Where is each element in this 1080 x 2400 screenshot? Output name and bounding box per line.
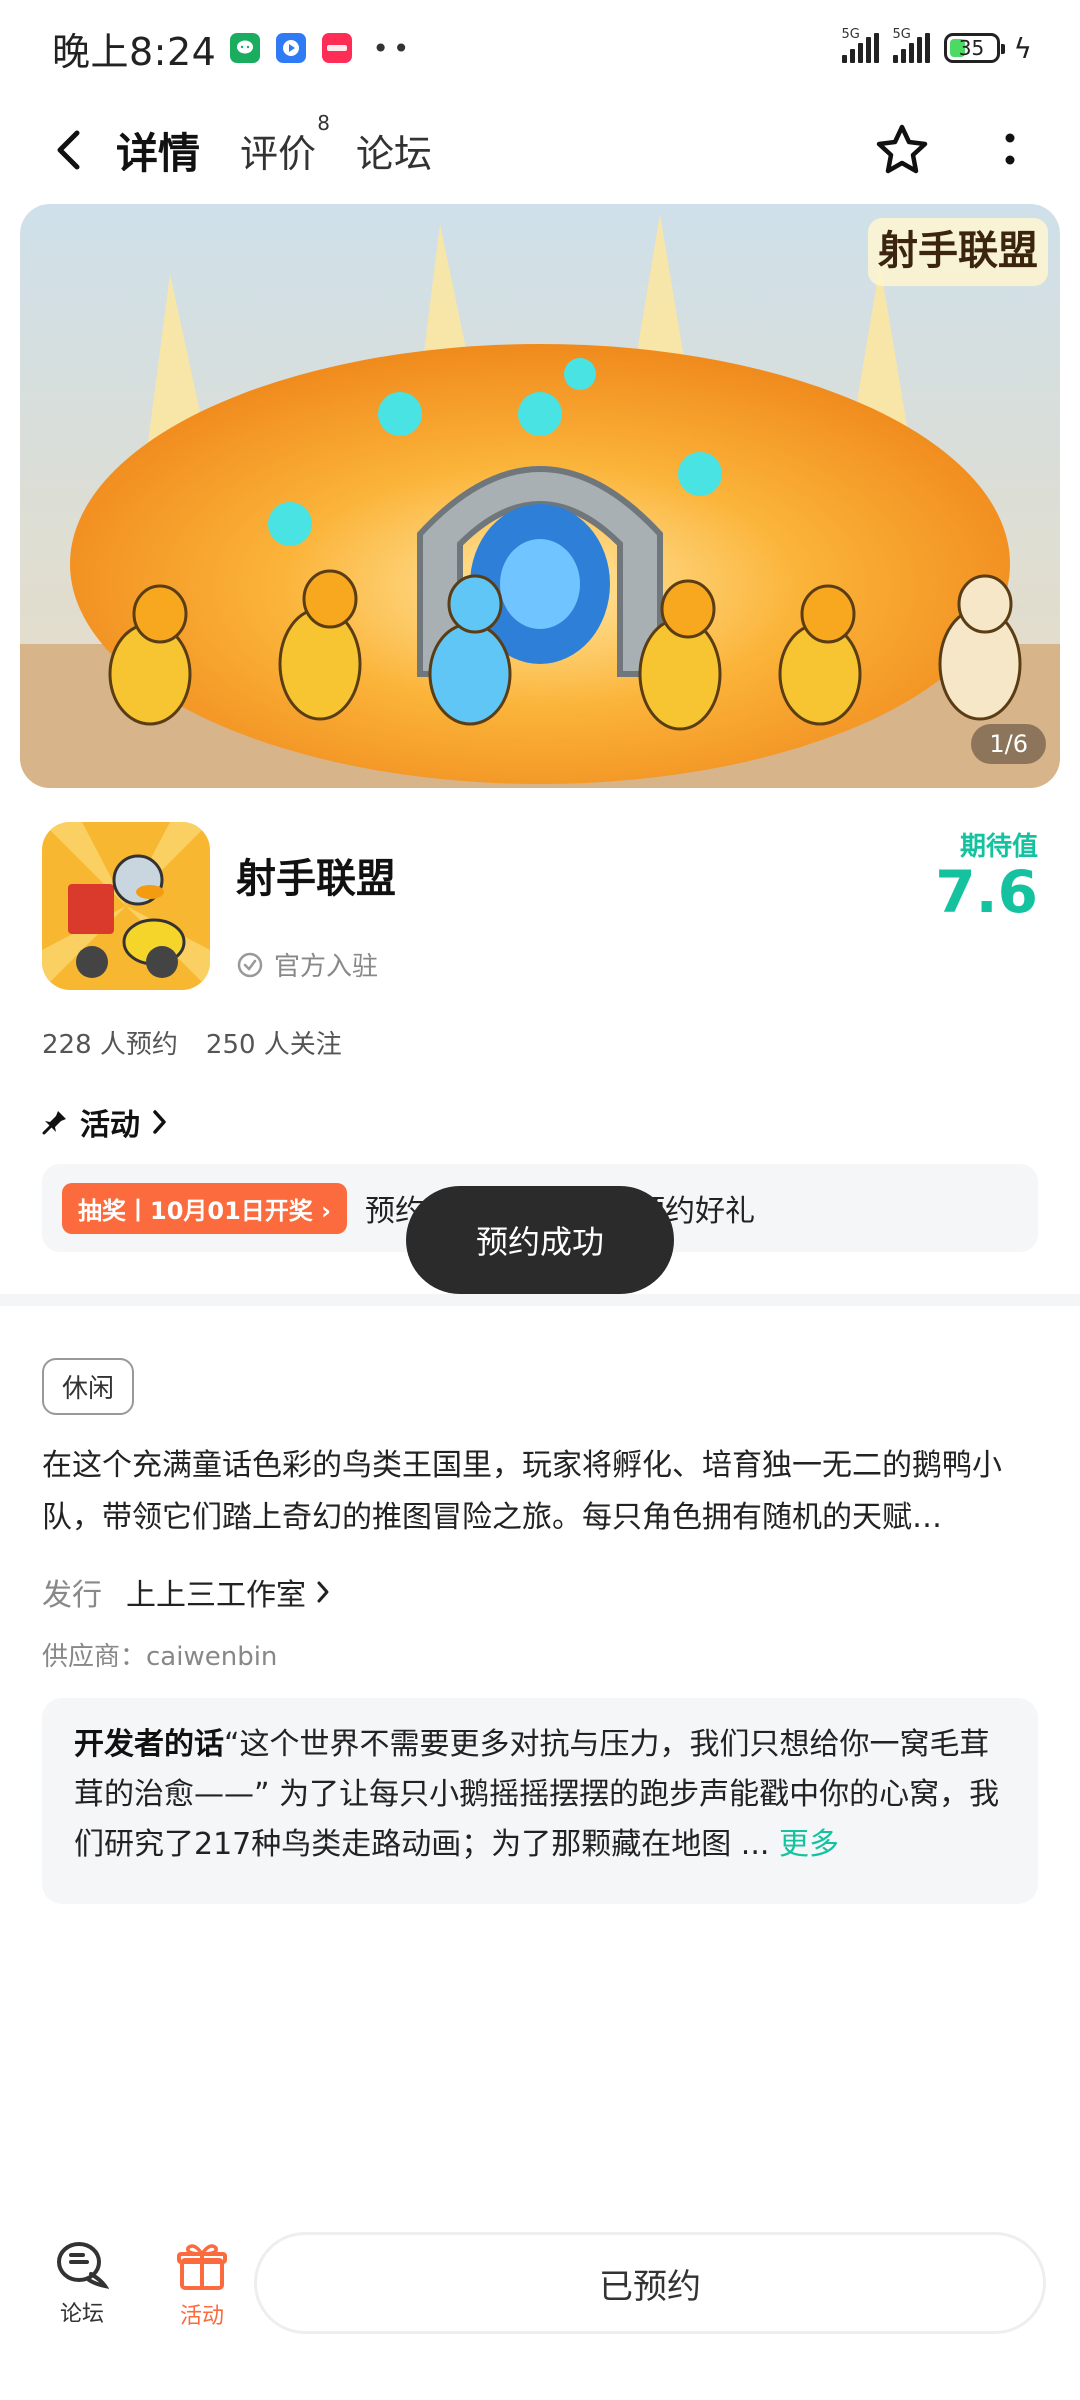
more-vertical-icon [1005, 133, 1015, 165]
tab-forum[interactable]: 论坛 [356, 119, 432, 182]
battery-level: 35 [958, 36, 985, 60]
game-banner-image: 射手联盟 [20, 204, 1060, 788]
game-name: 射手联盟 [236, 856, 396, 902]
status-app-icons [230, 33, 353, 63]
developer-note-label: 开发者的话 [74, 1727, 224, 1762]
publisher-label: 发行 [42, 1578, 102, 1613]
tab-label: 论坛 [356, 131, 433, 176]
network-type-label: 5G [841, 27, 860, 42]
game-stats: 228 人预约 250 人关注 [42, 1024, 342, 1061]
genre-tag[interactable]: 休闲 [42, 1358, 135, 1415]
chevron-right-icon [153, 1110, 166, 1134]
carousel-counter: 1/6 [971, 724, 1046, 764]
status-indicators: 5G 5G 35 ϟ [841, 27, 1032, 65]
game-icon [42, 822, 210, 990]
bottom-activity-label: 活动 [179, 2304, 224, 2329]
back-button[interactable] [40, 122, 96, 178]
network-type-label: 5G [892, 27, 911, 42]
wechat-icon [230, 33, 261, 63]
status-bar: 晚上8:24 •• 5G 5G 35 ϟ [0, 0, 1080, 96]
toast-message: 预约成功 [406, 1186, 674, 1294]
signal-icon: 5G [892, 27, 930, 63]
forum-chat-icon [57, 2242, 109, 2289]
publisher-name: 上上三工作室 [126, 1578, 306, 1613]
official-label: 官方入驻 [274, 952, 379, 982]
redbook-icon [322, 33, 353, 63]
bottom-forum-button[interactable]: 论坛 [22, 2240, 142, 2328]
lottery-tag-label: 抽奖丨10月01日开奖 [78, 1196, 313, 1225]
tab-bar: 详情 评价 8 论坛 [114, 111, 432, 185]
tab-label: 详情 [116, 128, 201, 178]
signal-icon: 5G [841, 27, 879, 63]
reservation-count: 228 人预约 [42, 1030, 178, 1060]
developer-note-card[interactable]: 开发者的话“这个世界不需要更多对抗与压力，我们只想给你一窝毛茸茸的治愈——” 为… [42, 1698, 1038, 1904]
follower-count: 250 人关注 [205, 1030, 342, 1060]
activity-header-label: 活动 [80, 1108, 140, 1143]
star-icon [876, 124, 928, 174]
status-time: 晚上8:24 [52, 29, 217, 74]
gift-icon [177, 2244, 227, 2290]
section-divider [0, 1294, 1080, 1306]
pin-icon [42, 1111, 66, 1135]
banner-title-art: 射手联盟 [878, 228, 1038, 274]
reserved-button[interactable]: 已预约 [254, 2232, 1046, 2334]
more-menu-button[interactable] [980, 120, 1040, 180]
supplier-info: 供应商：caiwenbin [42, 1642, 278, 1672]
favorite-button[interactable] [872, 120, 932, 180]
lottery-tag: 抽奖丨10月01日开奖 › [62, 1182, 348, 1234]
tab-reviews[interactable]: 评价 8 [240, 111, 330, 182]
check-circle-icon [237, 952, 263, 977]
charging-icon: ϟ [1013, 31, 1032, 65]
tab-details[interactable]: 详情 [114, 116, 203, 185]
publisher-value: 上上三工作室 [126, 1570, 330, 1614]
video-icon [276, 33, 307, 63]
chevron-right-icon [317, 1581, 329, 1603]
back-arrow-icon [57, 130, 80, 170]
more-notifications-icon: •• [372, 31, 414, 65]
publisher-row[interactable]: 发行 上上三工作室 [42, 1570, 330, 1614]
activity-section-link[interactable]: 活动 [42, 1100, 168, 1144]
bottom-activity-button[interactable]: 活动 [142, 2240, 262, 2330]
more-link[interactable]: 更多 [779, 1827, 839, 1862]
tab-label: 评价 [240, 131, 317, 176]
screenshot-carousel[interactable]: 射手联盟 1/6 [20, 204, 1060, 788]
nav-bar: 详情 评价 8 论坛 [0, 96, 1080, 204]
battery-icon: 35 [943, 33, 1005, 63]
review-count-badge: 8 [317, 110, 331, 135]
expectation-score: 7.6 [935, 858, 1038, 926]
game-description[interactable]: 在这个充满童话色彩的鸟类王国里，玩家将孵化、培育独一无二的鹅鸭小队，带领它们踏上… [42, 1440, 1038, 1544]
bottom-forum-label: 论坛 [59, 2302, 104, 2327]
official-verified: 官方入驻 [236, 946, 378, 983]
